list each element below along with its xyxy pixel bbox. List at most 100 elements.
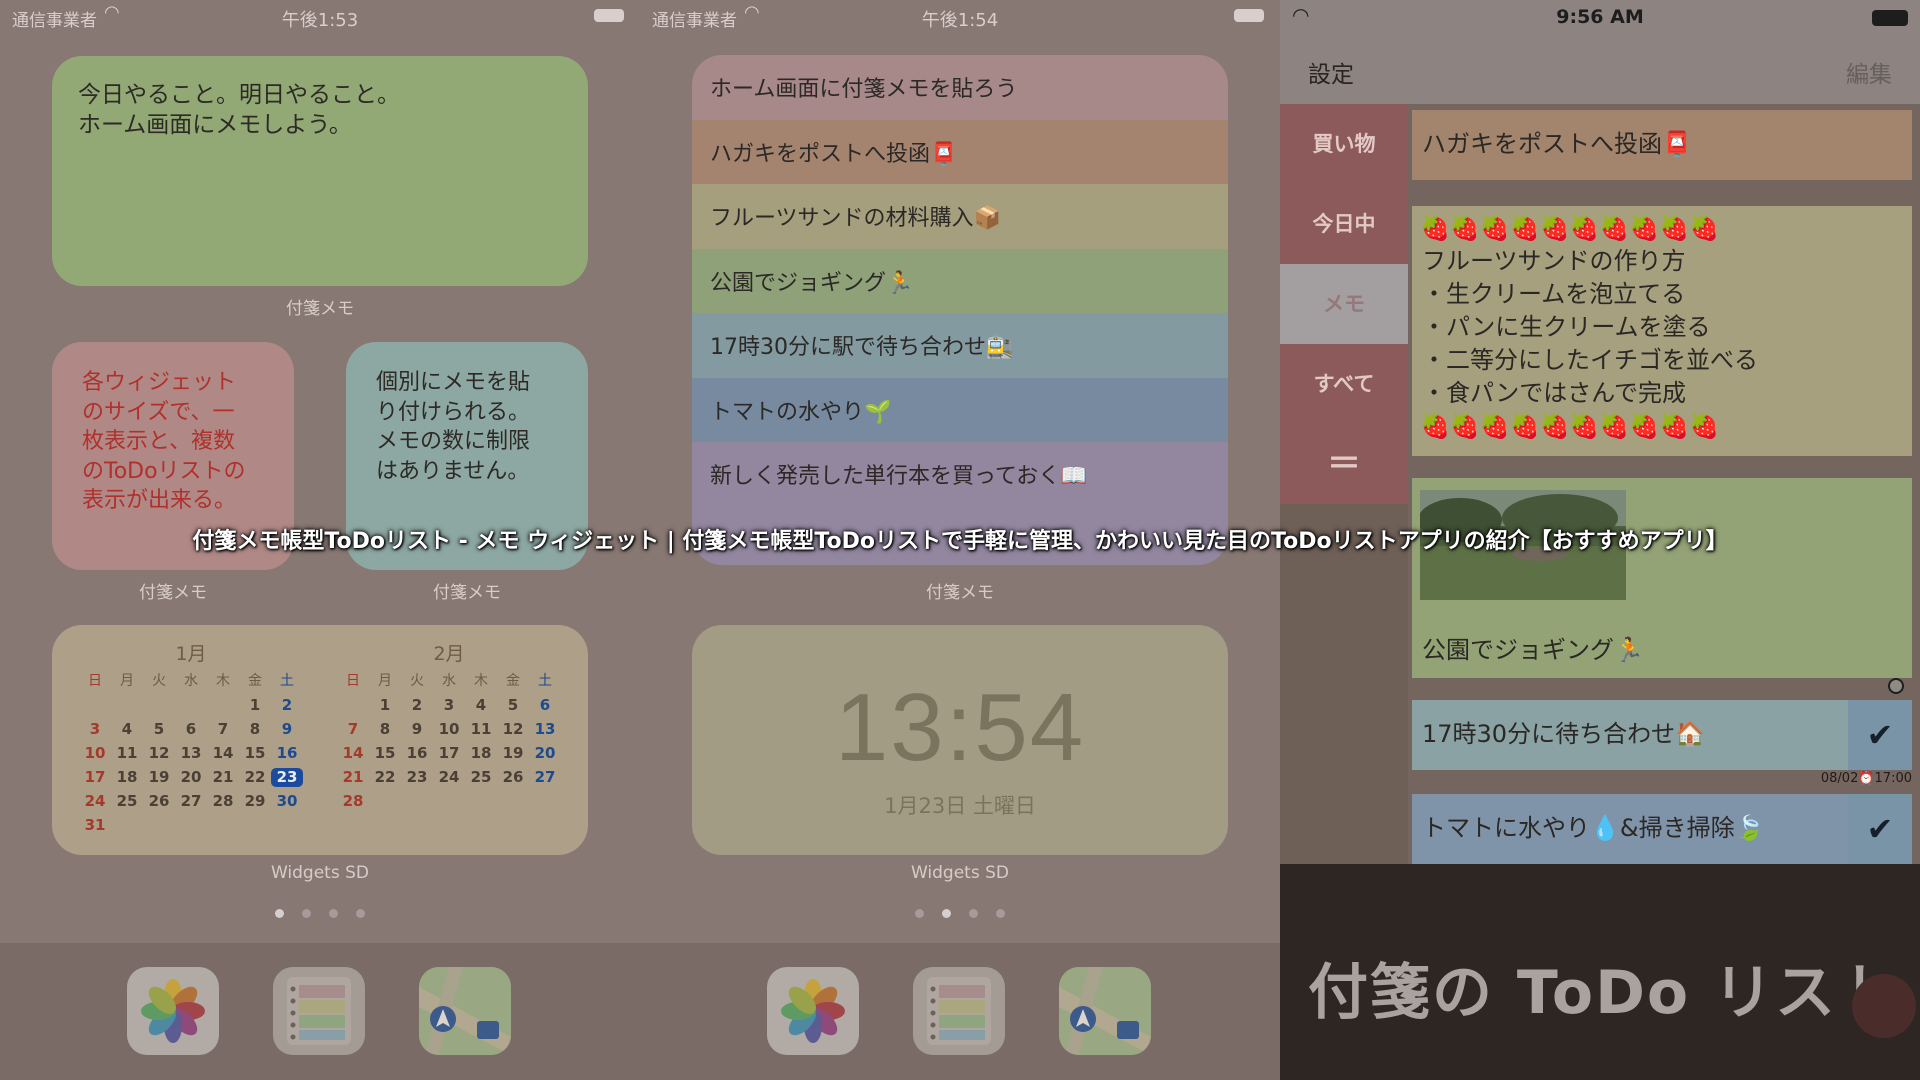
calendar-day: 3 (443, 696, 455, 714)
calendar-day: 17 (84, 768, 106, 786)
calendar-day: 19 (148, 768, 170, 786)
calendar-day: 23 (406, 768, 428, 786)
weekday-header: 火 (410, 673, 424, 689)
list-item[interactable]: トマトの水やり🌱 (692, 377, 1228, 442)
weekday-header: 水 (184, 673, 198, 689)
list-item[interactable]: 公園でジョギング🏃 (692, 248, 1228, 313)
month-title: 2月 (433, 643, 465, 665)
memo-widget-large[interactable]: 今日やること。明日やること。 ホーム画面にメモしよう。 (52, 56, 588, 286)
note-jogging[interactable]: 公園でジョギング🏃 (1412, 478, 1912, 678)
edit-button[interactable]: 編集 (1846, 55, 1892, 89)
page-dot (302, 909, 311, 918)
calendar-day: 14 (212, 744, 234, 762)
weekday-header: 木 (474, 673, 488, 689)
calendar-day: 27 (534, 768, 556, 786)
calendar-day: 20 (180, 768, 202, 786)
strawberry-row: 🍓🍓🍓🍓🍓🍓🍓🍓🍓🍓 (1420, 214, 1719, 242)
tab-all[interactable]: すべて (1280, 344, 1408, 424)
category-sidebar: 買い物 今日中 メモ すべて ＝ (1280, 104, 1408, 864)
calendar-day: 2 (281, 696, 293, 714)
sticky-memo-app-icon[interactable] (913, 967, 1005, 1055)
widget-label: 付箋メモ (926, 583, 994, 603)
widget-label: Widgets SD (270, 863, 369, 883)
note-text: トマトに水やり💧&掃き掃除🍃 (1422, 814, 1765, 842)
check-button[interactable]: ✔ (1848, 700, 1912, 770)
note-meeting[interactable]: 17時30分に待ち合わせ🏠 ✔ (1412, 700, 1912, 770)
add-note-button[interactable] (1852, 974, 1916, 1038)
weekday-header: 月 (120, 673, 134, 689)
page-dot (356, 909, 365, 918)
calendar-widget[interactable]: 1月 日月火水木金土 1 2 3 4 5 6 7 8 9 10 11 12 13 14 15 16 17 18 19 2… (52, 625, 588, 855)
calendar-month: 2月 日月火水木金土 1 2 3 4 5 6 7 8 9 10 11 12 13 14 15 16 17 18 19 2… (324, 639, 574, 811)
todo-list-widget[interactable]: ホーム画面に付箋メモを貼ろう ハガキをポストへ投函📮 フルーツサンドの材料購入📦 公園… (692, 55, 1228, 565)
resize-handle[interactable] (1888, 678, 1904, 694)
calendar-day: 27 (180, 792, 202, 810)
calendar-day: 1 (379, 696, 391, 714)
photos-app-icon[interactable] (767, 967, 859, 1055)
footer-title: 付箋の ToDo リスト (1308, 958, 1899, 1028)
page-dot (329, 909, 338, 918)
calendar-day (111, 696, 143, 715)
strawberry-row: 🍓🍓🍓🍓🍓🍓🍓🍓🍓🍓 (1420, 412, 1719, 440)
calendar-day: 16 (406, 744, 428, 762)
calendar-day: 26 (148, 792, 170, 810)
page-indicator[interactable] (640, 903, 1280, 922)
note-text: 17時30分に待ち合わせ🏠 (1422, 720, 1705, 748)
clock-widget[interactable]: 13:54 1月23日 土曜日 (692, 625, 1228, 855)
list-item[interactable]: ハガキをポストへ投函📮 (692, 119, 1228, 184)
photos-icon (781, 979, 845, 1043)
widget-label: 付箋メモ (433, 583, 501, 603)
calendar-day: 10 (438, 720, 460, 738)
month-grid: 日月火水木金土 1 2 3 4 5 6 7 8 9 10 11 12 13 14 15 16 17 18 19 20 21… (66, 672, 316, 835)
settings-button[interactable]: 設定 (1308, 55, 1354, 89)
calendar-day: 12 (502, 720, 524, 738)
calendar-day: 18 (470, 744, 492, 762)
page-dot (969, 909, 978, 918)
page-indicator[interactable] (0, 903, 640, 922)
memo-text: 個別にメモを貼 り付けられる。 メモの数に制限 はありません。 (376, 370, 531, 484)
note-postcard[interactable]: ハガキをポストへ投函📮 (1412, 110, 1912, 180)
month-title: 1月 (175, 643, 207, 665)
note-recipe[interactable]: 🍓🍓🍓🍓🍓🍓🍓🍓🍓🍓 フルーツサンドの作り方 ・生クリームを泡立てる ・パンに生… (1412, 206, 1912, 456)
calendar-day: 7 (217, 720, 229, 738)
calendar-day: 20 (534, 744, 556, 762)
calendar-day: 6 (185, 720, 197, 738)
photos-icon (141, 979, 205, 1043)
battery-icon (1872, 10, 1908, 26)
note-text: 公園でジョギング🏃 (1422, 636, 1644, 664)
list-item[interactable]: 17時30分に駅で待ち合わせ🚉 (692, 313, 1228, 378)
weekday-header: 土 (280, 673, 294, 689)
calendar-day: 18 (116, 768, 138, 786)
maps-app-icon[interactable] (1059, 967, 1151, 1055)
tab-shopping[interactable]: 買い物 (1280, 104, 1408, 184)
calendar-day: 5 (507, 696, 519, 714)
calendar-day: 7 (347, 720, 359, 738)
tab-today[interactable]: 今日中 (1280, 184, 1408, 264)
menu-icon[interactable]: ＝ (1280, 424, 1408, 504)
widget-label: Widgets SD (910, 863, 1009, 883)
calendar-day: 24 (84, 792, 106, 810)
status-time: 午後1:53 (281, 10, 359, 31)
page-dot (915, 909, 924, 918)
calendar-day: 28 (342, 792, 364, 810)
note-text: ハガキをポストへ投函📮 (1422, 130, 1692, 158)
status-bar: 通信事業者 ◠ 午後1:53 (0, 0, 640, 32)
list-item[interactable]: フルーツサンドの材料購入📦 (692, 184, 1228, 249)
photos-app-icon[interactable] (127, 967, 219, 1055)
tab-memo[interactable]: メモ (1280, 264, 1408, 344)
video-caption: 付箋メモ帳型ToDoリスト - メモ ウィジェット | 付箋メモ帳型ToDoリス… (192, 529, 1728, 554)
sticky-memo-app-icon[interactable] (273, 967, 365, 1055)
note-tomato[interactable]: トマトに水やり💧&掃き掃除🍃 ✔ (1412, 794, 1912, 864)
calendar-day: 8 (379, 720, 391, 738)
promo-footer: 付箋の ToDo リスト (1280, 864, 1920, 1080)
check-button[interactable]: ✔ (1848, 794, 1912, 864)
battery-icon (594, 9, 624, 22)
maps-app-icon[interactable] (419, 967, 511, 1055)
calendar-day: 4 (121, 720, 133, 738)
list-item[interactable]: 新しく発売した単行本を買っておく📖 (692, 442, 1228, 507)
list-item[interactable]: ホーム画面に付箋メモを貼ろう (692, 55, 1228, 120)
calendar-day (143, 696, 175, 715)
status-time: 午後1:54 (921, 10, 999, 31)
weekday-header: 日 (346, 673, 360, 689)
calendar-day: 11 (470, 720, 492, 738)
